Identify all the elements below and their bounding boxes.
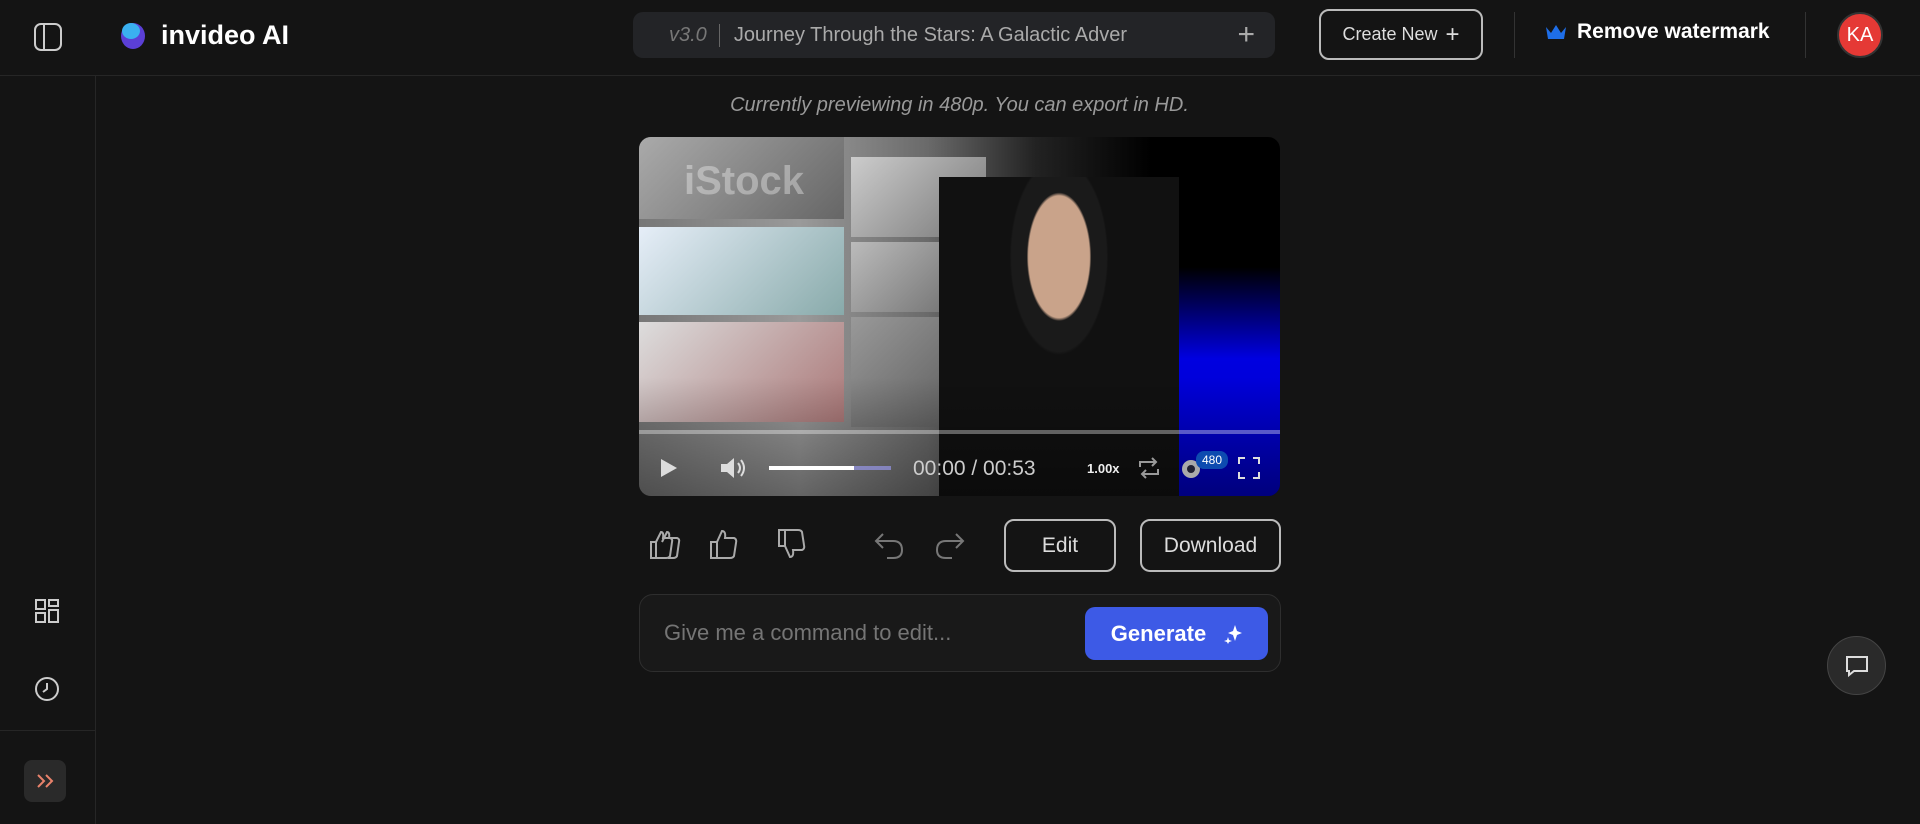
edit-button[interactable]: Edit: [1004, 519, 1116, 572]
playback-speed[interactable]: 1.00x: [1087, 461, 1120, 476]
command-input[interactable]: [664, 613, 1064, 653]
app-logo-text: invideo AI: [161, 20, 290, 50]
avatar[interactable]: KA: [1837, 12, 1883, 58]
undo-icon[interactable]: [873, 530, 905, 567]
create-new-label: Create New: [1342, 24, 1438, 44]
divider: [0, 730, 96, 731]
time-display: 00:00 / 00:53: [913, 457, 1036, 480]
history-clock-icon[interactable]: [34, 676, 60, 702]
sidebar: [0, 76, 96, 824]
thumbs-down-icon[interactable]: [776, 528, 808, 560]
create-new-button[interactable]: Create New +: [1319, 9, 1483, 60]
love-it-icon[interactable]: [648, 528, 684, 560]
feedback-group: [648, 528, 808, 560]
play-icon[interactable]: [659, 457, 679, 484]
preview-note: Currently previewing in 480p. You can ex…: [730, 94, 1189, 116]
plus-icon: +: [1445, 20, 1460, 48]
crown-icon: [1546, 25, 1566, 39]
grid-icon[interactable]: [34, 598, 60, 624]
thumbs-up-icon[interactable]: [708, 528, 740, 560]
seek-bar[interactable]: [639, 430, 1280, 434]
sidebar-toggle-icon[interactable]: [33, 22, 63, 52]
remove-watermark-button[interactable]: Remove watermark: [1545, 20, 1770, 44]
divider: [1514, 12, 1515, 58]
project-title[interactable]: Journey Through the Stars: A Galactic Ad…: [734, 24, 1224, 47]
sparkle-icon: [1224, 624, 1243, 644]
header: invideo AI v3.0 Journey Through the Star…: [0, 0, 1920, 76]
divider: [1805, 12, 1806, 58]
chat-support-button[interactable]: [1827, 636, 1886, 695]
redo-icon[interactable]: [934, 530, 966, 567]
invideo-logo-icon: [118, 20, 148, 52]
volume-slider[interactable]: [769, 466, 891, 470]
version-label: v3.0: [669, 23, 720, 47]
volume-icon[interactable]: [719, 455, 749, 486]
chat-bubble-icon: [1845, 655, 1868, 677]
expand-sidebar-button[interactable]: [24, 760, 66, 802]
quality-badge: 480: [1196, 451, 1229, 469]
loop-icon[interactable]: [1137, 455, 1161, 486]
remove-watermark-label: Remove watermark: [1577, 20, 1770, 43]
download-button[interactable]: Download: [1140, 519, 1281, 572]
video-player[interactable]: iStock 00:00 / 00:53 1.00x 480: [639, 137, 1280, 496]
generate-button[interactable]: Generate: [1085, 607, 1268, 660]
project-title-bar[interactable]: v3.0 Journey Through the Stars: A Galact…: [633, 12, 1275, 58]
chevrons-right-icon: [37, 774, 54, 788]
watermark: iStock: [684, 159, 805, 203]
generate-label: Generate: [1110, 620, 1207, 646]
command-box: Generate: [639, 594, 1281, 672]
plus-icon[interactable]: +: [1237, 18, 1255, 52]
fullscreen-icon[interactable]: [1238, 457, 1260, 484]
